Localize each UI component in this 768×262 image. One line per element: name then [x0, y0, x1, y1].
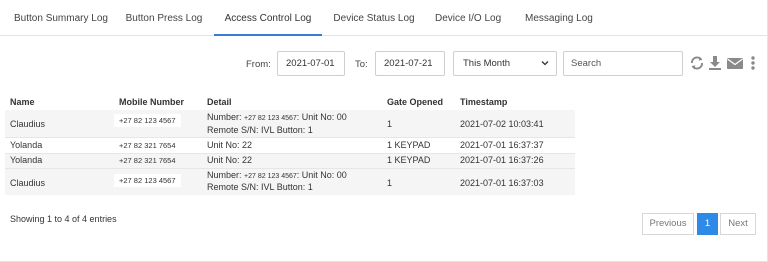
detail-prefix: Number: [207, 112, 242, 122]
row-name: Yolanda [10, 155, 43, 165]
row-detail-line2: Remote S/N: IVL Button: 1 [207, 125, 313, 135]
download-icon[interactable] [707, 54, 723, 72]
detail-unit: : Unit No: 00 [296, 170, 347, 180]
tab-device-io-log[interactable]: Device I/O Log [435, 0, 501, 36]
row-gate: 1 KEYPAD [387, 140, 431, 150]
from-label: From: [246, 59, 271, 70]
row-name: Yolanda [10, 140, 43, 150]
next-page-button[interactable]: Next [720, 213, 756, 235]
row-timestamp: 2021-07-02 10:03:41 [460, 119, 544, 129]
row-mobile: +27 82 123 4567 [114, 114, 181, 127]
row-gate: 1 [387, 119, 393, 129]
detail-mobile: +27 82 123 4567 [244, 173, 297, 180]
column-header-name[interactable]: Name [10, 97, 35, 107]
tab-device-status-log[interactable]: Device Status Log [330, 0, 418, 36]
tab-bar: Button Summary Log Button Press Log Acce… [0, 0, 767, 36]
to-date-input[interactable] [375, 51, 445, 76]
column-header-gate-opened[interactable]: Gate Opened [387, 97, 443, 107]
search-input[interactable] [563, 51, 683, 76]
row-gate: 1 [387, 178, 393, 188]
tab-button-press-log[interactable]: Button Press Log [122, 0, 206, 36]
entries-info: Showing 1 to 4 of 4 entries [10, 214, 117, 224]
table-row: Claudius +27 82 123 4567 Number: +27 82 … [5, 110, 575, 137]
detail-unit: : Unit No: 00 [296, 112, 347, 122]
table-row: Yolanda +27 82 321 7654 Unit No: 22 1 KE… [5, 138, 575, 153]
log-panel: Button Summary Log Button Press Log Acce… [0, 0, 768, 262]
row-mobile: +27 82 321 7654 [119, 141, 176, 150]
row-detail-line2: Remote S/N: IVL Button: 1 [207, 182, 313, 192]
table-row: Yolanda +27 82 321 7654 Unit No: 22 1 KE… [5, 154, 575, 168]
row-detail-line1: Number: +27 82 123 4567: Unit No: 00 [207, 170, 347, 180]
refresh-icon[interactable] [689, 54, 705, 72]
column-header-mobile[interactable]: Mobile Number [119, 97, 184, 107]
column-header-timestamp[interactable]: Timestamp [460, 97, 507, 107]
row-timestamp: 2021-07-01 16:37:03 [460, 178, 544, 188]
detail-prefix: Number: [207, 170, 242, 180]
table-row: Claudius +27 82 123 4567 Number: +27 82 … [5, 169, 575, 195]
row-detail-line1: Unit No: 22 [207, 155, 253, 165]
mail-icon[interactable] [726, 54, 744, 72]
page-1-button[interactable]: 1 [697, 213, 718, 235]
more-vertical-icon[interactable] [748, 54, 758, 72]
tab-button-summary-log[interactable]: Button Summary Log [14, 0, 108, 36]
range-select[interactable]: This Month [453, 51, 557, 76]
row-mobile: +27 82 123 4567 [114, 174, 181, 187]
tab-access-control-log[interactable]: Access Control Log [214, 0, 322, 36]
to-label: To: [355, 59, 368, 70]
tab-messaging-log[interactable]: Messaging Log [525, 0, 593, 36]
detail-mobile: +27 82 123 4567 [244, 115, 297, 122]
previous-page-button[interactable]: Previous [642, 213, 694, 235]
row-name: Claudius [10, 178, 46, 188]
row-name: Claudius [10, 119, 46, 129]
row-mobile: +27 82 321 7654 [119, 156, 176, 165]
row-detail-line1: Unit No: 22 [207, 140, 253, 150]
column-header-detail[interactable]: Detail [207, 97, 232, 107]
row-detail-line1: Number: +27 82 123 4567: Unit No: 00 [207, 112, 347, 122]
row-timestamp: 2021-07-01 16:37:26 [460, 155, 544, 165]
chevron-down-icon [541, 61, 549, 66]
row-gate: 1 KEYPAD [387, 155, 431, 165]
row-timestamp: 2021-07-01 16:37:37 [460, 140, 544, 150]
from-date-input[interactable] [277, 51, 345, 76]
range-select-value: This Month [463, 58, 510, 69]
